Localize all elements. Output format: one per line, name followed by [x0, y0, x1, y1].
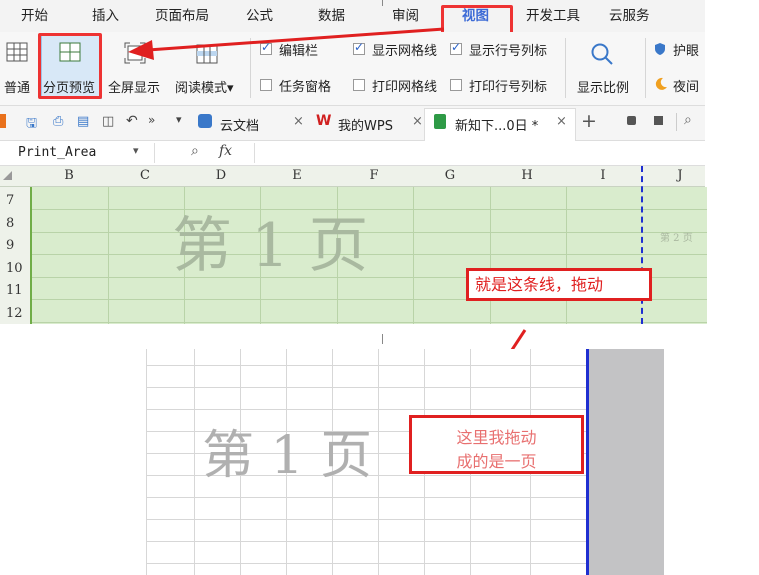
divider-mark — [382, 0, 383, 6]
grid-line — [146, 563, 586, 564]
save-icon[interactable]: 🖫 — [26, 114, 37, 136]
separator — [254, 143, 255, 163]
grid-line — [32, 322, 707, 323]
close-icon[interactable]: × — [556, 114, 567, 129]
row-header-column: 7 8 9 10 11 12 — [0, 187, 30, 324]
undo-icon[interactable]: ↶ — [126, 113, 138, 129]
row-header[interactable]: 9 — [6, 238, 14, 253]
tab-my-wps[interactable]: 我的WPS — [338, 115, 393, 134]
column-header[interactable]: G — [412, 168, 488, 183]
preview-page-1-watermark: 第 1 页 — [202, 426, 373, 486]
tool-icon[interactable] — [654, 116, 663, 125]
folder-icon[interactable] — [0, 114, 6, 128]
spreadsheet-file-icon — [434, 114, 446, 129]
column-header[interactable]: C — [107, 168, 183, 183]
print-icon[interactable]: ▤ — [77, 114, 89, 129]
grid-line — [146, 541, 586, 542]
row-header[interactable]: 12 — [6, 306, 23, 321]
page-2-watermark: 第 2 页 — [660, 233, 693, 244]
chevron-down-icon[interactable]: ▾ — [133, 144, 139, 157]
dropdown-icon[interactable]: ▾ — [176, 113, 182, 126]
name-box[interactable]: Print_Area — [18, 145, 96, 160]
cloud-doc-icon — [198, 114, 212, 128]
zoom-icon[interactable]: ⌕ — [191, 143, 199, 159]
export-icon[interactable]: ⎙ — [53, 114, 63, 129]
column-header[interactable]: I — [565, 168, 641, 183]
tab-cloud-docs[interactable]: 云文档 — [220, 115, 259, 134]
page-1-watermark: 第 1 页 — [172, 211, 369, 281]
column-header[interactable]: H — [489, 168, 565, 183]
grid-line — [146, 497, 586, 498]
column-header[interactable]: E — [259, 168, 335, 183]
column-header-row: B C D E F G H I J — [0, 166, 705, 187]
column-header[interactable]: D — [183, 168, 259, 183]
tab-new-file[interactable]: 新知下...0日 * — [455, 115, 538, 134]
grid-line — [146, 387, 586, 388]
column-header[interactable]: F — [336, 168, 412, 183]
grid-line — [490, 187, 491, 324]
print-preview-icon[interactable]: ◫ — [102, 114, 114, 129]
separator — [154, 143, 155, 163]
non-print-area — [589, 349, 664, 575]
grid-line — [32, 209, 707, 210]
wps-logo-icon: W — [316, 113, 332, 129]
separator — [676, 113, 677, 131]
grid-line — [566, 187, 567, 324]
arrow-to-page-break — [147, 27, 445, 52]
callout-line: 这里我拖动 — [456, 428, 537, 447]
row-header[interactable]: 7 — [6, 193, 14, 208]
close-icon[interactable]: × — [412, 114, 423, 129]
new-tab-icon[interactable]: + — [581, 110, 597, 132]
callout-line: 成的是一页 — [456, 452, 537, 471]
grid-line — [413, 187, 414, 324]
row-header[interactable]: 8 — [6, 216, 14, 231]
grid-line — [146, 409, 586, 410]
row-header[interactable]: 11 — [6, 283, 23, 298]
tool-icon[interactable] — [627, 116, 636, 125]
column-header[interactable]: J — [642, 168, 718, 183]
arrow-head-icon — [128, 40, 154, 60]
select-all-corner[interactable] — [3, 171, 12, 180]
grid-line — [108, 187, 109, 324]
callout-drag-line: 就是这条线，拖动 — [466, 268, 652, 301]
callout-one-page: 这里我拖动 成的是一页 — [409, 415, 584, 474]
fx-button[interactable]: fx — [219, 143, 232, 159]
more-icon[interactable]: » — [148, 113, 155, 127]
print-area-grid[interactable]: 第 2 页 第 1 页 — [30, 166, 707, 324]
grid-line — [146, 519, 586, 520]
grid-line — [146, 365, 586, 366]
grid-line — [32, 232, 707, 233]
formula-bar: Print_Area ▾ ⌕ fx — [0, 141, 705, 166]
divider-mark — [382, 334, 383, 344]
document-tab-bar: 🖫 ⎙ ▤ ◫ ↶ » ▾ 云文档 × W 我的WPS × 新知下...0日 *… — [0, 106, 705, 141]
column-header[interactable]: B — [31, 168, 107, 183]
grid-line — [32, 254, 707, 255]
row-header[interactable]: 10 — [6, 261, 23, 276]
close-icon[interactable]: × — [293, 114, 304, 129]
search-icon[interactable]: ⌕ — [684, 112, 692, 128]
